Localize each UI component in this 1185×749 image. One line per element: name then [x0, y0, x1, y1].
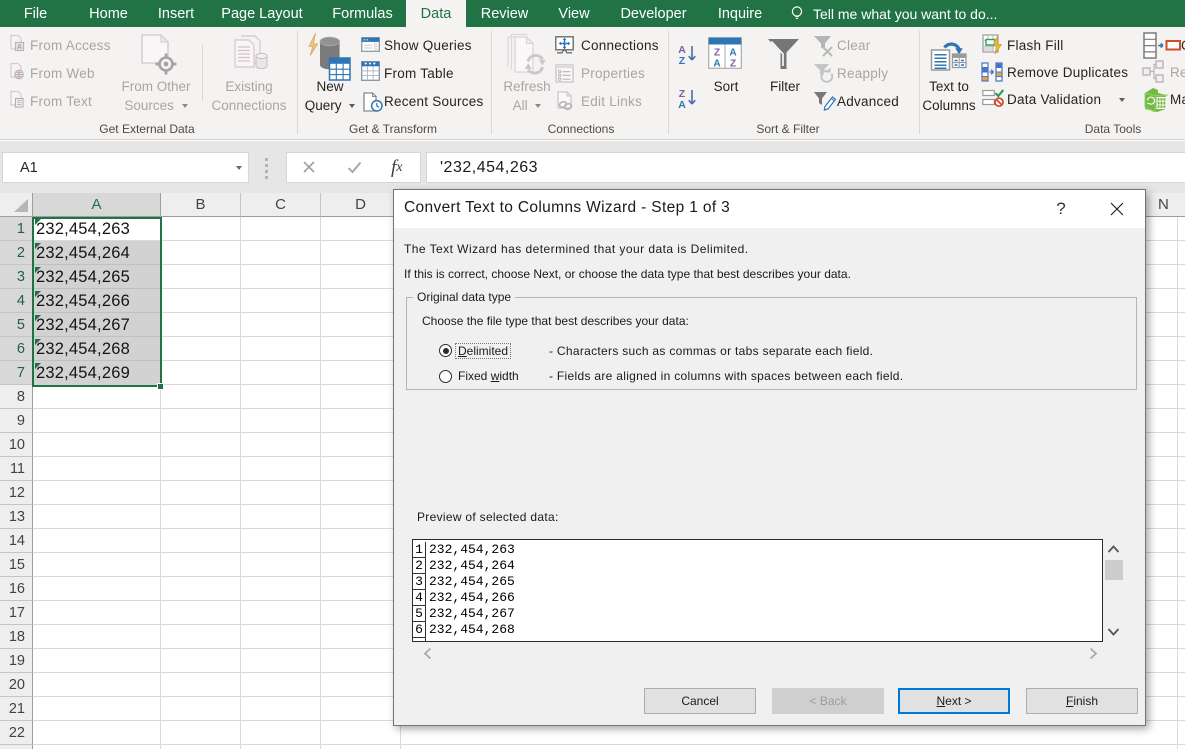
svg-text:A: A: [729, 48, 736, 59]
svg-text:Z: Z: [730, 59, 736, 70]
svg-text:A: A: [678, 99, 686, 110]
svg-text:A: A: [17, 44, 22, 51]
svg-text:Z: Z: [714, 48, 720, 59]
svg-text:A: A: [713, 59, 720, 70]
svg-text:Z: Z: [679, 55, 686, 66]
